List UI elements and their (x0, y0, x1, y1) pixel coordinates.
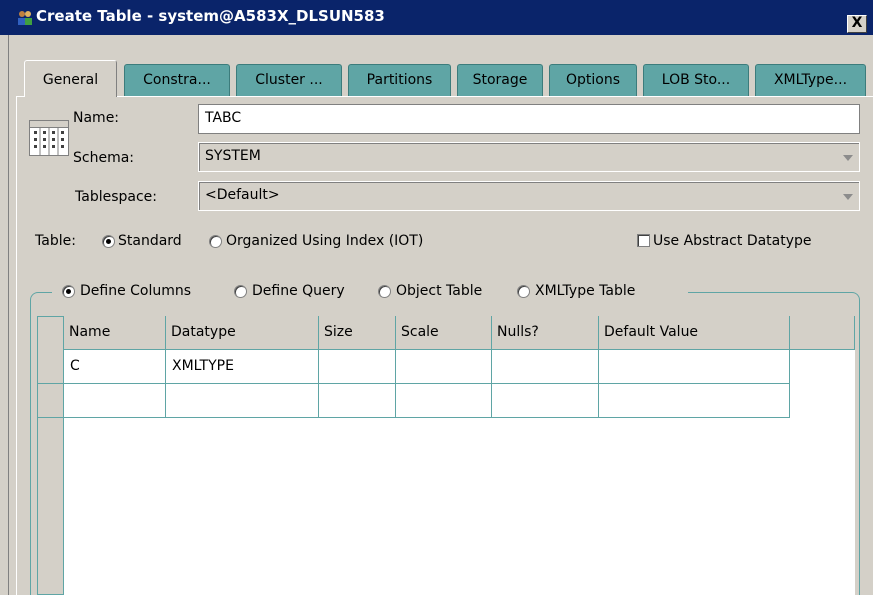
xmltype-table-label: XMLType Table (535, 283, 636, 299)
tab-partitions[interactable]: Partitions (348, 64, 451, 96)
tab-storage[interactable]: Storage (457, 64, 543, 96)
column-header-scale[interactable]: Scale (396, 316, 492, 350)
cell-scale[interactable] (396, 384, 492, 418)
cell-name[interactable] (64, 384, 166, 418)
tab-cluster[interactable]: Cluster ... (236, 64, 342, 96)
standard-radio[interactable] (102, 235, 115, 248)
column-header-datatype[interactable]: Datatype (166, 316, 319, 350)
column-header-default-value[interactable]: Default Value (599, 316, 790, 350)
tab-xmltype[interactable]: XMLType... (755, 64, 866, 96)
column-header-nulls[interactable]: Nulls? (492, 316, 599, 350)
object-table-radio[interactable] (378, 285, 391, 298)
title-bar: Create Table - system@A583X_DLSUN583 X (0, 0, 873, 35)
tab-lob-storage[interactable]: LOB Sto... (643, 64, 749, 96)
cell-default-value[interactable] (599, 350, 790, 384)
name-label: Name: (73, 110, 120, 126)
column-header-name[interactable]: Name (64, 316, 166, 350)
xmltype-table-radio[interactable] (517, 285, 530, 298)
table-type-label: Table: (35, 233, 76, 249)
tablespace-label: Tablespace: (75, 189, 157, 205)
cell-nulls[interactable] (492, 384, 599, 418)
schema-select[interactable]: SYSTEM (198, 142, 860, 172)
iot-radio-label: Organized Using Index (IOT) (226, 233, 424, 249)
row-header-2[interactable] (38, 384, 64, 418)
define-columns-label: Define Columns (80, 283, 192, 299)
tab-constraints[interactable]: Constra... (124, 64, 230, 96)
name-input[interactable]: TABC (198, 104, 860, 134)
cell-scale[interactable] (396, 350, 492, 384)
tab-general[interactable]: General (24, 60, 117, 97)
tablespace-select[interactable]: <Default> (198, 181, 860, 211)
cell-datatype[interactable] (166, 384, 319, 418)
cell-datatype[interactable]: XMLTYPE (166, 350, 319, 384)
define-columns-radio[interactable] (62, 285, 75, 298)
window-title: Create Table - system@A583X_DLSUN583 (36, 7, 385, 25)
abstract-datatype-checkbox[interactable] (637, 234, 650, 247)
standard-radio-label: Standard (118, 233, 182, 249)
schema-value: SYSTEM (205, 148, 261, 164)
cell-name[interactable]: C (64, 350, 166, 384)
cell-default-value[interactable] (599, 384, 790, 418)
column-header-size[interactable]: Size (319, 316, 396, 350)
table-icon (29, 120, 69, 156)
tablespace-value: <Default> (205, 187, 280, 203)
close-button[interactable]: X (847, 15, 867, 33)
define-query-radio[interactable] (234, 285, 247, 298)
people-icon (18, 11, 32, 25)
chevron-down-icon (843, 155, 853, 161)
tab-options[interactable]: Options (549, 64, 637, 96)
abstract-datatype-label: Use Abstract Datatype (653, 233, 812, 249)
define-options: Define Columns Define Query Object Table… (52, 281, 688, 305)
cell-nulls[interactable] (492, 350, 599, 384)
column-header-filler (790, 316, 855, 350)
define-query-label: Define Query (252, 283, 345, 299)
cell-size[interactable] (319, 350, 396, 384)
schema-label: Schema: (73, 150, 135, 166)
chevron-down-icon (843, 194, 853, 200)
row-header-1[interactable] (38, 350, 64, 384)
object-table-label: Object Table (396, 283, 483, 299)
iot-radio[interactable] (209, 235, 222, 248)
cell-size[interactable] (319, 384, 396, 418)
